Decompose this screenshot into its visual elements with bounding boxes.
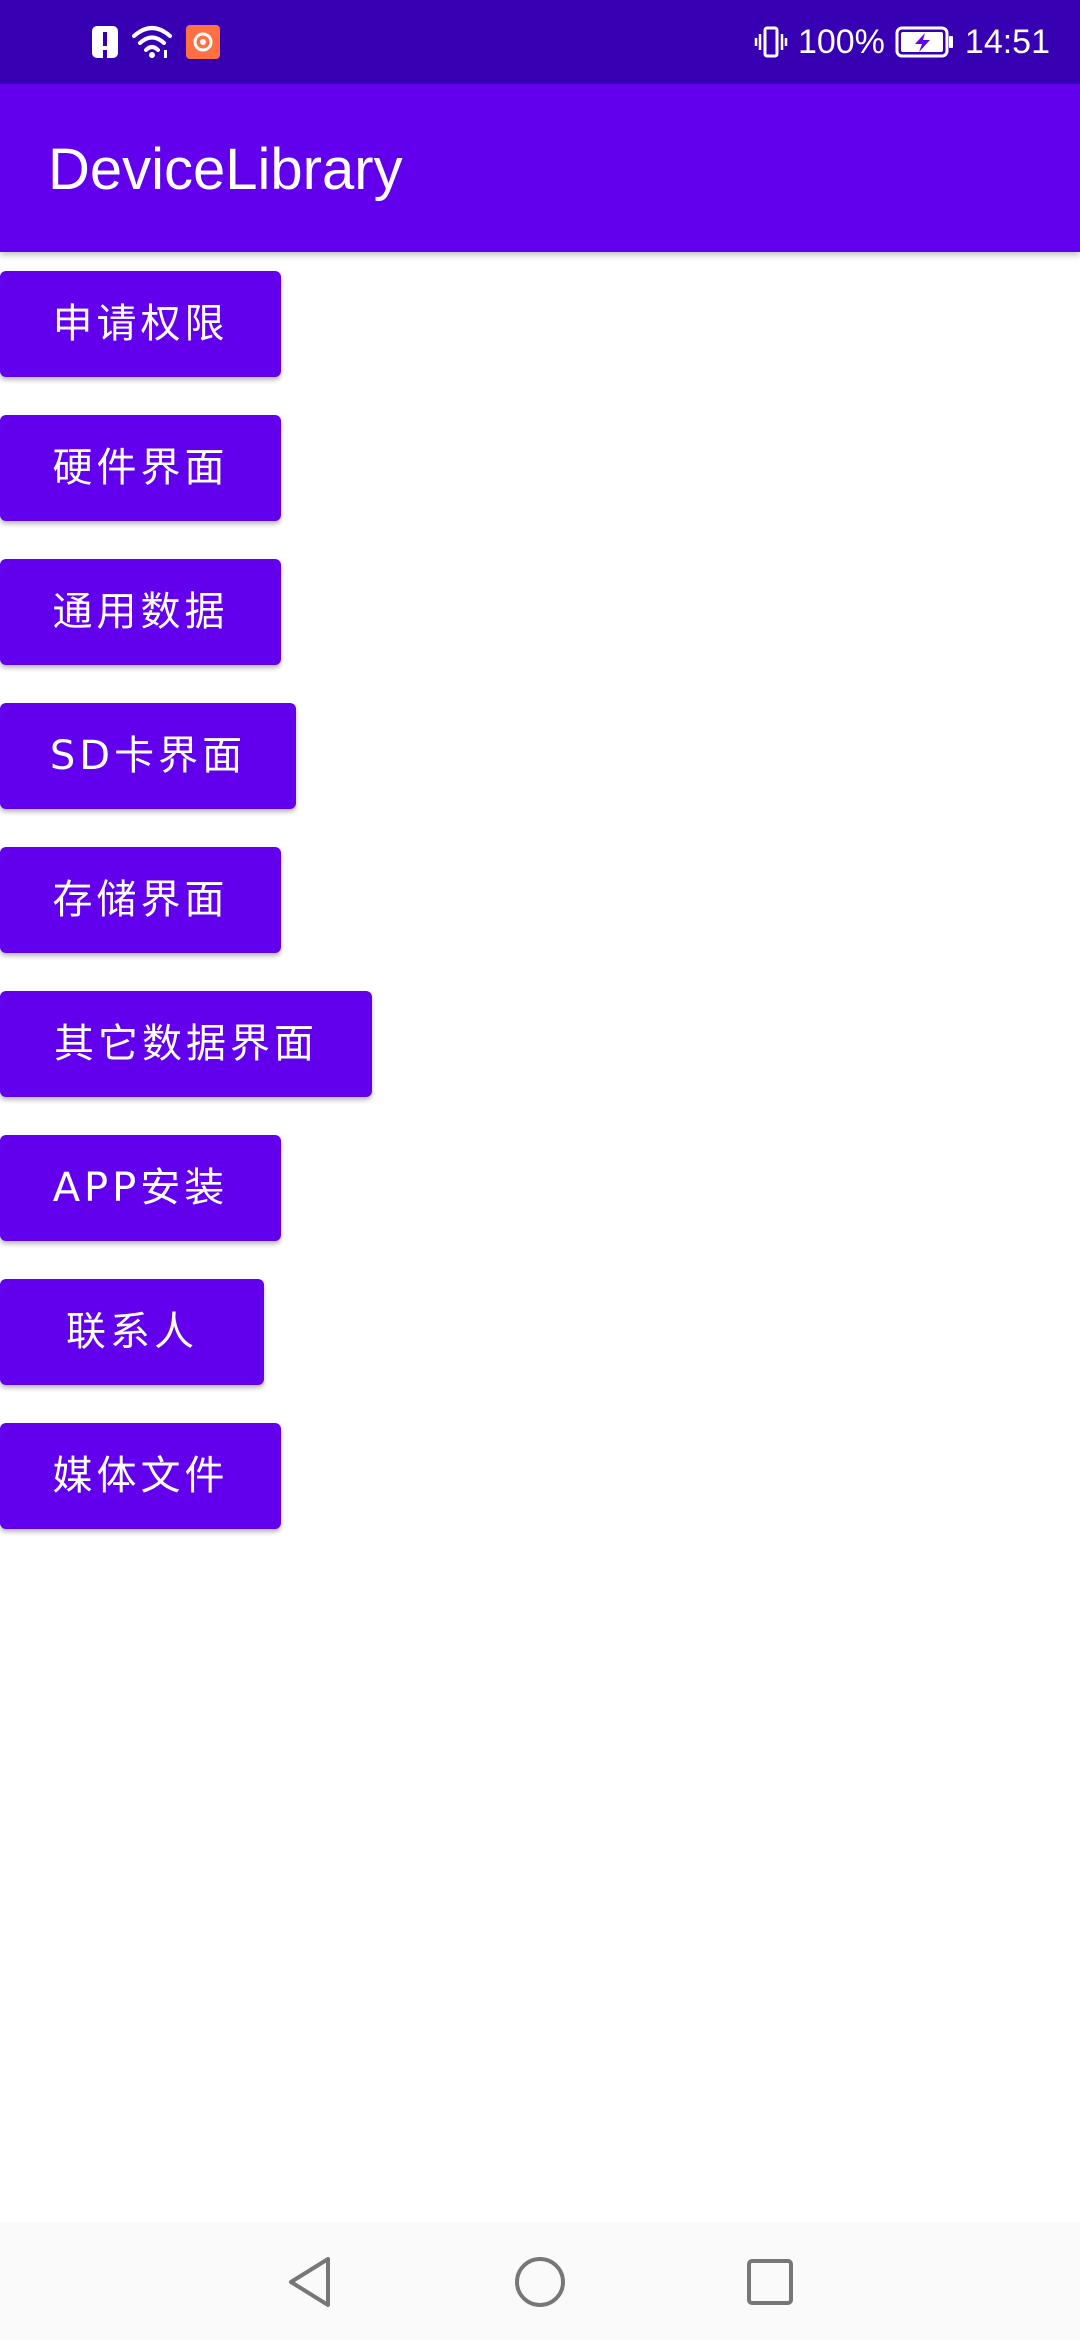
home-icon[interactable] — [510, 2252, 570, 2312]
app-title: DeviceLibrary — [48, 137, 403, 202]
recents-icon[interactable] — [740, 2252, 800, 2312]
button-list: 申请权限 硬件界面 通用数据 SD卡界面 存储界面 其它数据界面 APP安装 联… — [0, 271, 1080, 1567]
status-bar: 100% 14:51 — [0, 0, 1080, 84]
app-bar: DeviceLibrary — [0, 84, 1080, 252]
hardware-screen-button[interactable]: 硬件界面 — [0, 415, 281, 521]
battery-charging-icon — [895, 25, 955, 59]
other-data-screen-button[interactable]: 其它数据界面 — [0, 991, 372, 1097]
alert-icon — [92, 26, 118, 58]
app-install-button[interactable]: APP安装 — [0, 1135, 281, 1241]
status-notification-icons — [92, 22, 220, 62]
status-system-info: 100% 14:51 — [754, 20, 1050, 64]
sd-card-screen-button[interactable]: SD卡界面 — [0, 703, 296, 809]
app-notification-icon — [186, 25, 220, 59]
vibrate-icon — [754, 25, 788, 59]
battery-percent: 100% — [797, 22, 885, 61]
request-permission-button[interactable]: 申请权限 — [0, 271, 281, 377]
wifi-icon — [132, 24, 172, 60]
status-time: 14:51 — [964, 22, 1050, 61]
contacts-button[interactable]: 联系人 — [0, 1279, 264, 1385]
media-files-button[interactable]: 媒体文件 — [0, 1423, 281, 1529]
general-data-button[interactable]: 通用数据 — [0, 559, 281, 665]
back-icon[interactable] — [280, 2252, 340, 2312]
storage-screen-button[interactable]: 存储界面 — [0, 847, 281, 953]
navigation-bar — [0, 2222, 1080, 2340]
